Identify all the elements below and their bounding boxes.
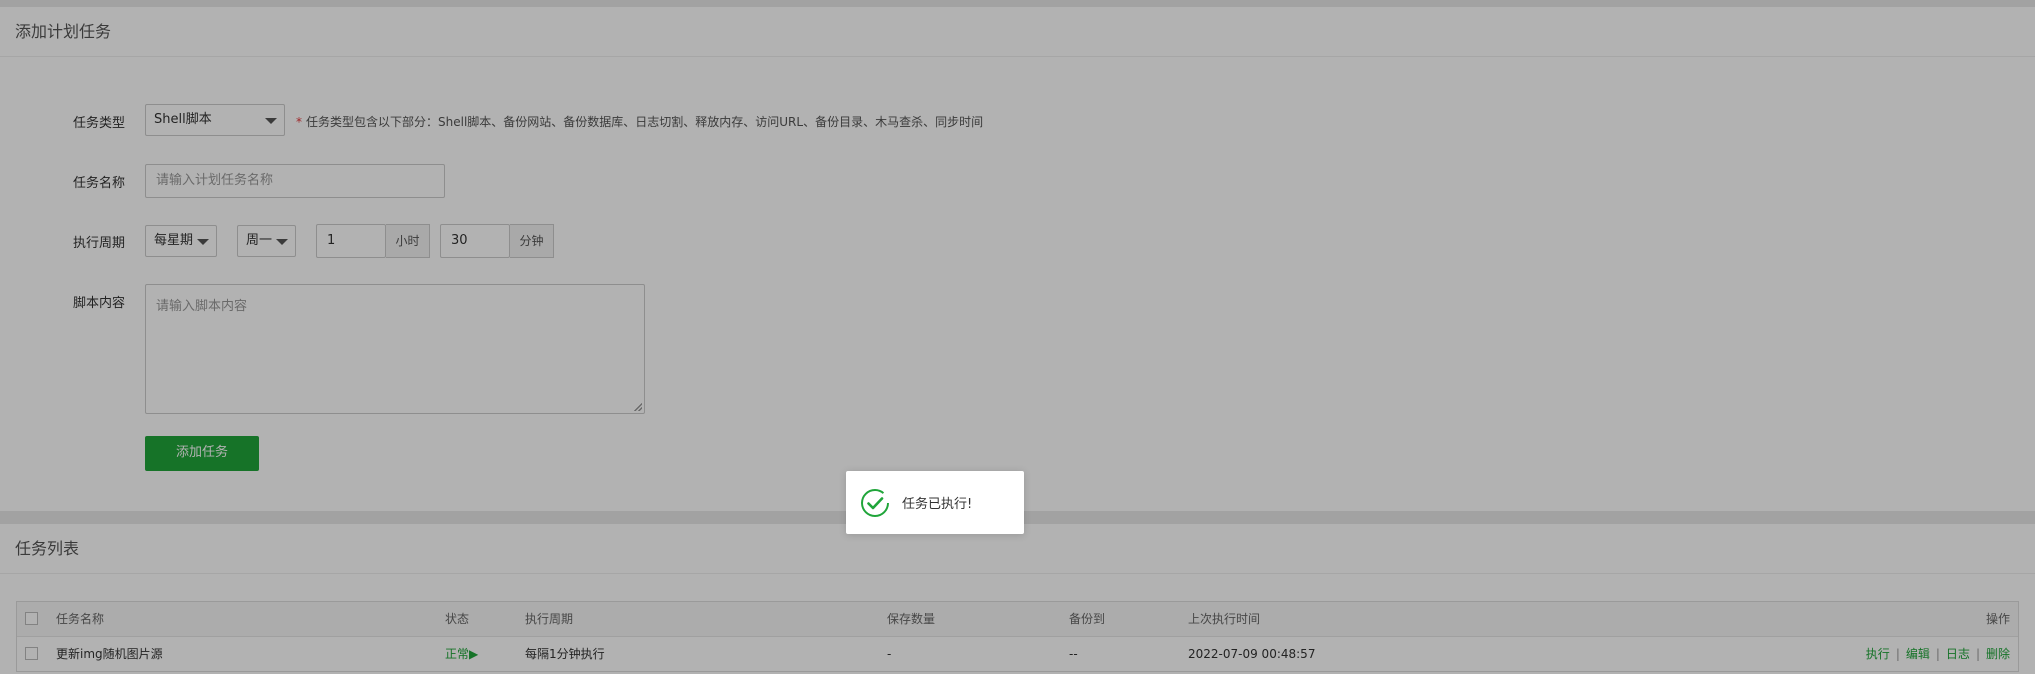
success-toast: 任务已执行! — [846, 471, 1024, 534]
toast-message: 任务已执行! — [902, 497, 973, 512]
modal-overlay — [0, 0, 2035, 674]
check-circle-icon — [861, 489, 889, 517]
